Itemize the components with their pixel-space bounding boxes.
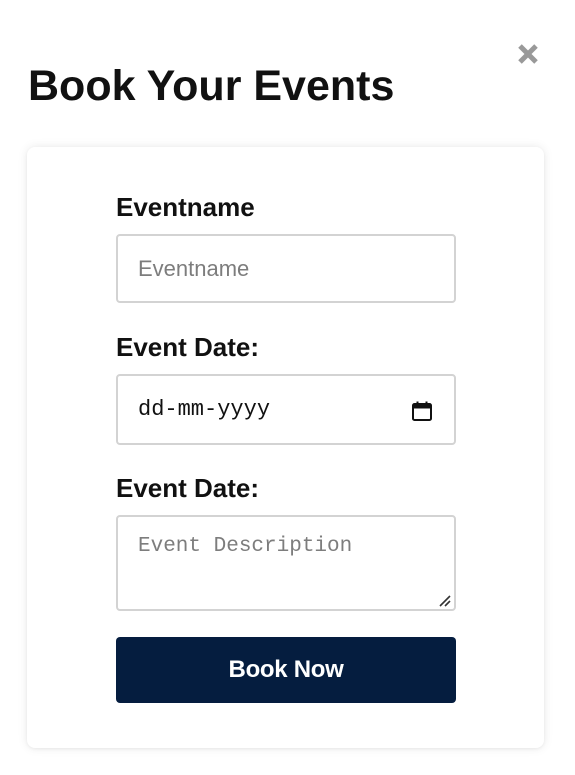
book-now-button[interactable]: Book Now xyxy=(116,637,456,703)
close-icon xyxy=(518,44,538,64)
close-button[interactable] xyxy=(514,40,542,68)
event-date-input[interactable]: dd-mm-yyyy xyxy=(116,374,456,445)
event-date-label: Event Date: xyxy=(116,332,260,362)
event-name-label: Eventname xyxy=(116,192,255,222)
event-date-value: dd-mm-yyyy xyxy=(138,397,271,422)
calendar-icon[interactable] xyxy=(411,400,433,422)
event-description-label: Event Date: xyxy=(116,473,260,503)
page-title: Book Your Events xyxy=(28,62,395,110)
booking-modal: Book Your Events Eventname Event Date: d… xyxy=(0,0,575,775)
event-description-input[interactable] xyxy=(116,515,456,611)
booking-form-card: Eventname Event Date: dd-mm-yyyy Event D… xyxy=(27,147,544,748)
resize-handle-icon[interactable] xyxy=(437,593,451,607)
event-name-input[interactable] xyxy=(116,234,456,303)
